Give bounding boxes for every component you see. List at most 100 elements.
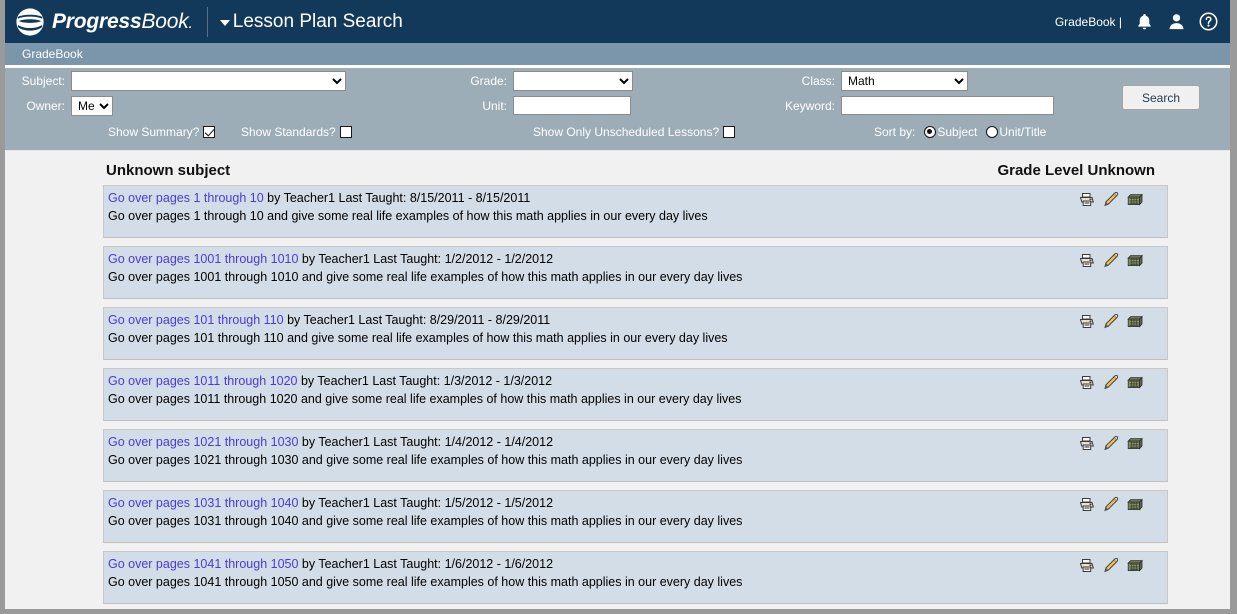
sort-option-subject[interactable]: Subject <box>924 125 977 139</box>
filter-options-row: Show Summary? Show Standards? Show Only … <box>5 125 1230 147</box>
schedule-icon[interactable] <box>1127 497 1143 512</box>
lesson-row[interactable]: Go over pages 1021 through 1030 by Teach… <box>103 429 1168 482</box>
lesson-title-line: Go over pages 1001 through 1010 by Teach… <box>108 251 1167 268</box>
lesson-row-actions <box>1079 436 1143 451</box>
grade-level-heading: Grade Level Unknown <box>997 162 1155 179</box>
print-icon[interactable] <box>1079 375 1095 390</box>
grade-select[interactable] <box>513 70 633 91</box>
sort-unit-title-radio[interactable] <box>986 126 999 138</box>
sort-by-group: Sort by: Subject Unit/Title <box>874 125 1051 139</box>
subject-label: Subject: <box>21 73 65 88</box>
lesson-title-link[interactable]: Go over pages 1041 through 1050 <box>108 557 298 571</box>
lesson-title-link[interactable]: Go over pages 1031 through 1040 <box>108 496 298 510</box>
class-select[interactable]: Math <box>841 70 968 91</box>
schedule-icon[interactable] <box>1127 558 1143 573</box>
lesson-row[interactable]: Go over pages 1 through 10 by Teacher1 L… <box>103 185 1168 238</box>
keyword-input[interactable] <box>841 96 1054 115</box>
show-standards-checkbox[interactable] <box>339 126 352 138</box>
help-icon[interactable] <box>1199 12 1218 31</box>
keyword-filter-row: Keyword: <box>723 93 1054 118</box>
lesson-row[interactable]: Go over pages 1011 through 1020 by Teach… <box>103 368 1168 421</box>
edit-icon[interactable] <box>1103 497 1119 512</box>
page-title-dropdown[interactable]: Lesson Plan Search <box>219 10 403 33</box>
keyword-label: Keyword: <box>784 98 835 113</box>
edit-icon[interactable] <box>1103 375 1119 390</box>
page-title: Lesson Plan Search <box>232 10 403 32</box>
print-icon[interactable] <box>1079 497 1095 512</box>
schedule-icon[interactable] <box>1127 314 1143 329</box>
show-summary-label: Show Summary? <box>108 125 200 139</box>
lesson-meta: by Teacher1 Last Taught: 1/2/2012 - 1/2/… <box>298 252 554 266</box>
progressbook-logo[interactable]: ProgressBook. <box>15 7 193 37</box>
bell-icon[interactable] <box>1135 12 1154 31</box>
owner-select[interactable]: Me <box>71 95 113 116</box>
subject-filter-row: Subject: <box>5 68 346 93</box>
lesson-list: Go over pages 1 through 10 by Teacher1 L… <box>103 185 1168 604</box>
lesson-title-line: Go over pages 1 through 10 by Teacher1 L… <box>108 190 1167 207</box>
edit-icon[interactable] <box>1103 253 1119 268</box>
lesson-row[interactable]: Go over pages 1041 through 1050 by Teach… <box>103 551 1168 604</box>
print-icon[interactable] <box>1079 192 1095 207</box>
brand-name: ProgressBook. <box>52 10 193 34</box>
edit-icon[interactable] <box>1103 314 1119 329</box>
print-icon[interactable] <box>1079 253 1095 268</box>
brand-name-bold: Progress <box>52 9 142 33</box>
progressbook-logo-icon <box>16 7 44 36</box>
lesson-title-link[interactable]: Go over pages 101 through 110 <box>108 313 284 327</box>
print-icon[interactable] <box>1079 314 1095 329</box>
print-icon[interactable] <box>1079 558 1095 573</box>
print-icon[interactable] <box>1079 436 1095 451</box>
class-label: Class: <box>801 73 835 88</box>
chevron-down-icon[interactable] <box>219 20 230 26</box>
lesson-title-line: Go over pages 1031 through 1040 by Teach… <box>108 495 1167 512</box>
unit-filter-row: Unit: <box>445 93 633 118</box>
sort-option-unit-title[interactable]: Unit/Title <box>986 125 1046 139</box>
lesson-description: Go over pages 1001 through 1010 and give… <box>108 270 743 284</box>
edit-icon[interactable] <box>1103 558 1119 573</box>
sort-subject-label: Subject <box>937 125 978 139</box>
lesson-row-actions <box>1079 375 1143 390</box>
brand-name-light: Book <box>141 9 189 33</box>
lesson-description: Go over pages 1 through 10 and give some… <box>108 209 708 223</box>
search-filter-panel: Subject: Owner: Me Grade: Unit: Class: M… <box>5 68 1230 151</box>
lesson-title-link[interactable]: Go over pages 1021 through 1030 <box>108 435 298 449</box>
lesson-meta: by Teacher1 Last Taught: 8/15/2011 - 8/1… <box>263 191 531 205</box>
edit-icon[interactable] <box>1103 192 1119 207</box>
lesson-row[interactable]: Go over pages 1001 through 1010 by Teach… <box>103 246 1168 299</box>
lesson-title-line: Go over pages 1041 through 1050 by Teach… <box>108 556 1167 573</box>
sort-subject-radio[interactable] <box>924 126 937 138</box>
filter-column-middle: Grade: Unit: <box>445 68 633 118</box>
search-button[interactable]: Search <box>1122 85 1200 110</box>
show-standards-group: Show Standards? <box>241 125 352 139</box>
schedule-icon[interactable] <box>1127 436 1143 451</box>
class-filter-row: Class: Math <box>723 68 1054 93</box>
lesson-row[interactable]: Go over pages 101 through 110 by Teacher… <box>103 307 1168 360</box>
schedule-icon[interactable] <box>1127 192 1143 207</box>
lesson-row[interactable]: Go over pages 1031 through 1040 by Teach… <box>103 490 1168 543</box>
lesson-description: Go over pages 1031 through 1040 and give… <box>108 514 743 528</box>
lesson-meta: by Teacher1 Last Taught: 8/29/2011 - 8/2… <box>283 313 551 327</box>
show-summary-group: Show Summary? <box>108 125 216 139</box>
subject-group-header: Unknown subject Grade Level Unknown <box>103 151 1168 185</box>
lesson-row-actions <box>1079 192 1143 207</box>
user-icon[interactable] <box>1167 12 1186 31</box>
subject-select[interactable] <box>71 70 346 91</box>
lesson-meta: by Teacher1 Last Taught: 1/6/2012 - 1/6/… <box>298 557 554 571</box>
show-summary-checkbox[interactable] <box>203 126 216 138</box>
edit-icon[interactable] <box>1103 436 1119 451</box>
unit-input[interactable] <box>513 96 631 115</box>
lesson-title-link[interactable]: Go over pages 1011 through 1020 <box>108 374 298 388</box>
show-unscheduled-checkbox[interactable] <box>723 126 736 138</box>
filter-column-right: Class: Math Keyword: <box>723 68 1054 118</box>
schedule-icon[interactable] <box>1127 375 1143 390</box>
filter-column-left: Subject: Owner: Me <box>5 68 346 118</box>
lesson-description: Go over pages 101 through 110 and give s… <box>108 331 728 345</box>
application-window: ProgressBook. Lesson Plan Search GradeBo… <box>0 0 1237 614</box>
schedule-icon[interactable] <box>1127 253 1143 268</box>
lesson-title-link[interactable]: Go over pages 1001 through 1010 <box>108 252 298 266</box>
lesson-title-link[interactable]: Go over pages 1 through 10 <box>108 191 264 205</box>
lesson-description: Go over pages 1021 through 1030 and give… <box>108 453 743 467</box>
show-standards-label: Show Standards? <box>241 125 336 139</box>
sort-unit-title-label: Unit/Title <box>999 125 1047 139</box>
tab-gradebook[interactable]: GradeBook <box>5 47 83 61</box>
